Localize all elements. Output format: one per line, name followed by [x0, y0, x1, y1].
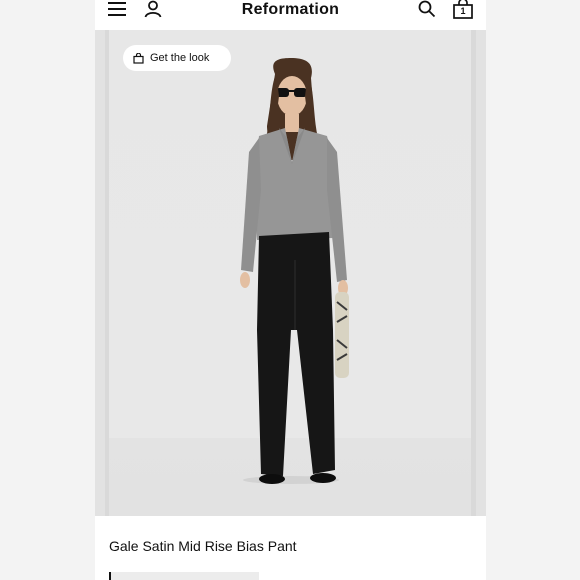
- bag-icon: [133, 52, 144, 64]
- previous-image-peek[interactable]: [95, 30, 105, 516]
- price-area-partial: [109, 572, 259, 580]
- model-figure: [240, 58, 349, 484]
- product-title: Gale Satin Mid Rise Bias Pant: [109, 538, 297, 554]
- get-the-look-label: Get the look: [150, 52, 210, 64]
- account-icon[interactable]: [144, 0, 162, 18]
- get-the-look-button[interactable]: Get the look: [123, 45, 231, 71]
- product-page: Reformation 1 Get the look Gale Satin Mi…: [95, 0, 486, 580]
- search-icon[interactable]: [418, 0, 436, 18]
- cart-button[interactable]: 1: [452, 0, 474, 19]
- cart-count: 1: [460, 6, 466, 16]
- top-nav: Reformation 1: [95, 0, 486, 30]
- product-photo[interactable]: Get the look: [109, 30, 471, 516]
- product-image-gallery[interactable]: Get the look: [95, 30, 486, 516]
- menu-icon[interactable]: [107, 0, 127, 18]
- next-image-peek[interactable]: [476, 30, 486, 516]
